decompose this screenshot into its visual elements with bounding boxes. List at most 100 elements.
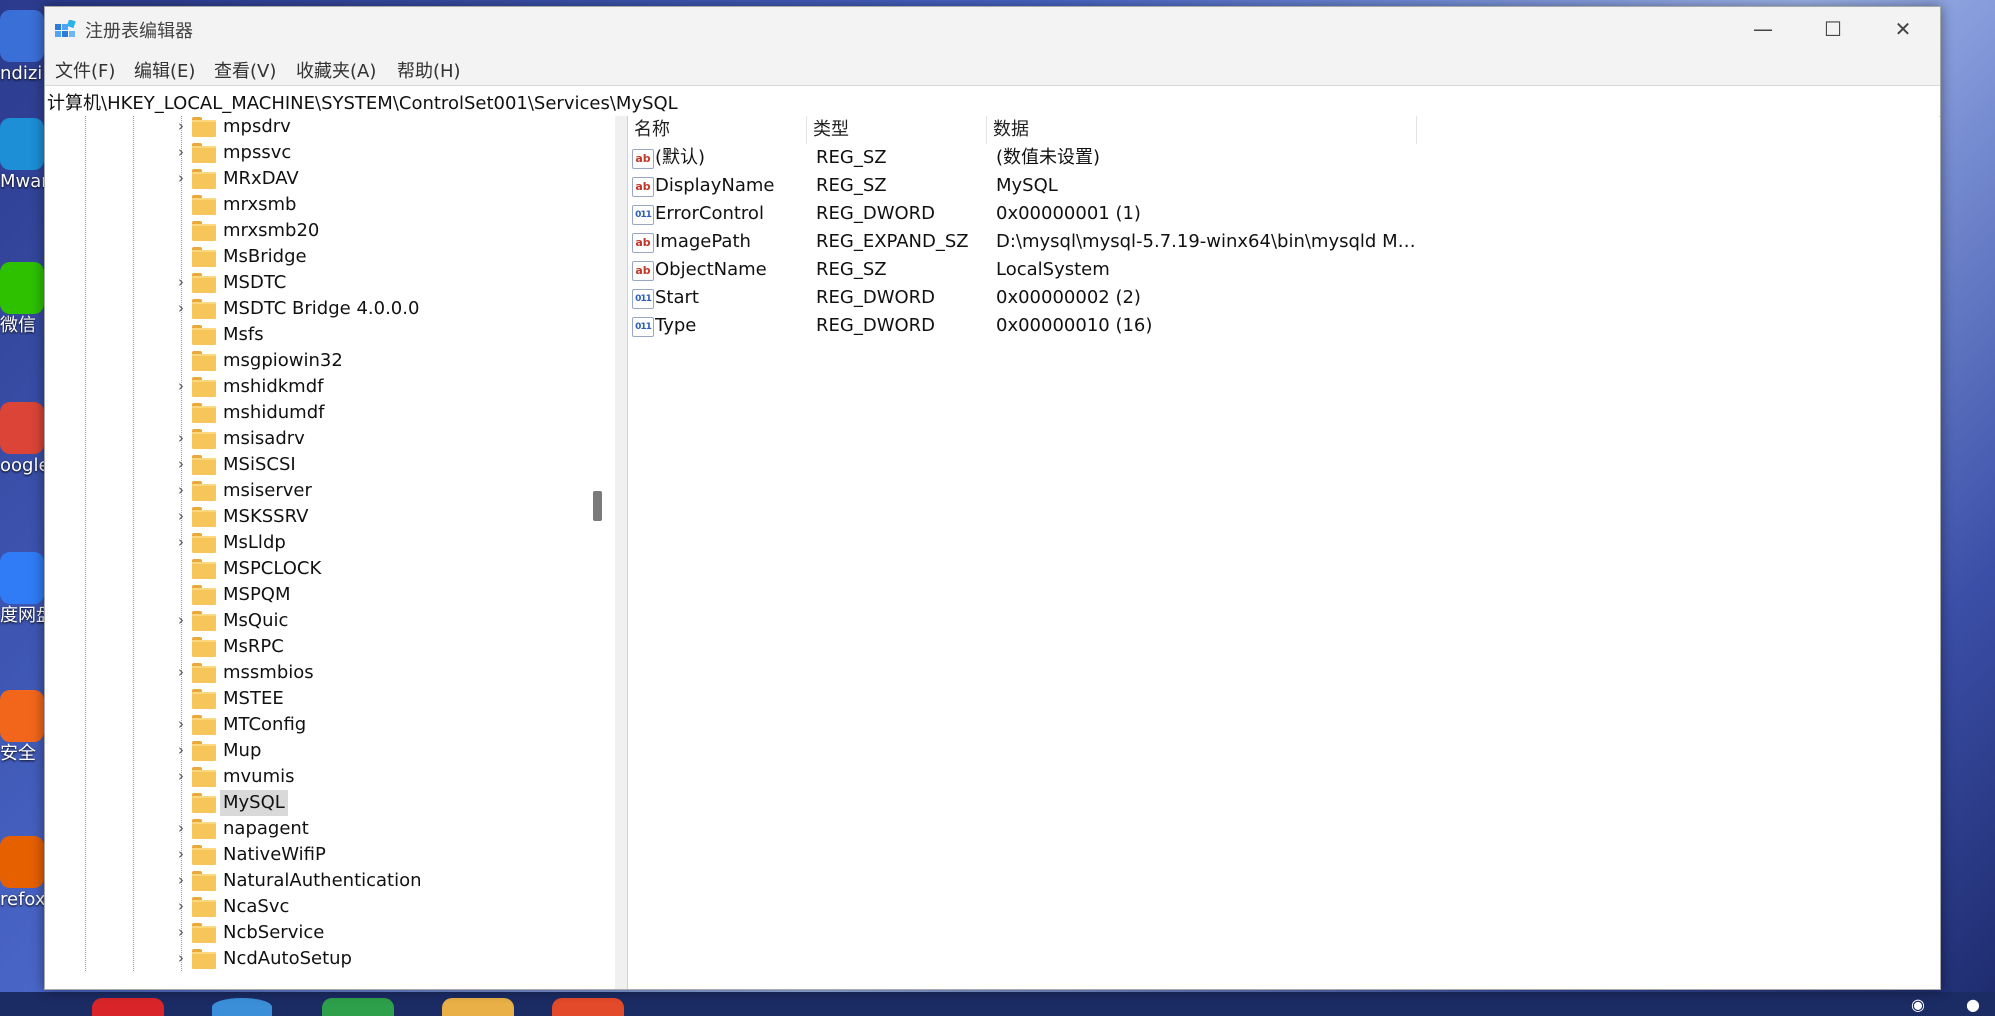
tree-vertical-scrollbar[interactable]	[593, 491, 602, 521]
tree-item[interactable]: MsBridge	[45, 244, 605, 270]
column-header-type[interactable]: 类型	[807, 116, 987, 144]
tree-item[interactable]: › msiserver	[45, 478, 605, 504]
value-type: REG_DWORD	[816, 315, 936, 336]
menu-favorites[interactable]: 收藏夹(A)	[296, 57, 376, 83]
desktop-shortcut[interactable]: oogle	[0, 402, 44, 478]
taskbar-app-icon[interactable]	[552, 998, 624, 1016]
tree-item[interactable]: › NativeWifiP	[45, 842, 605, 868]
chevron-right-icon[interactable]: ›	[173, 300, 189, 316]
menu-view[interactable]: 查看(V)	[214, 57, 276, 83]
chevron-right-icon[interactable]: ›	[173, 534, 189, 550]
chevron-right-icon[interactable]: ›	[173, 612, 189, 628]
chevron-right-icon[interactable]: ›	[173, 898, 189, 914]
chevron-right-icon[interactable]: ›	[173, 456, 189, 472]
tree-item-label: NativeWifiP	[223, 844, 326, 865]
tree-item[interactable]: › MsQuic	[45, 608, 605, 634]
tree-item[interactable]: › MSDTC	[45, 270, 605, 296]
tree-item[interactable]: › MSDTC Bridge 4.0.0.0	[45, 296, 605, 322]
tree-item[interactable]: › NaturalAuthentication	[45, 868, 605, 894]
tree-item[interactable]: › NcdAutoSetup	[45, 946, 605, 972]
taskbar-app-icon[interactable]	[442, 998, 514, 1016]
chevron-right-icon[interactable]: ›	[173, 378, 189, 394]
chevron-right-icon[interactable]: ›	[173, 924, 189, 940]
chevron-right-icon[interactable]: ›	[173, 118, 189, 134]
value-row[interactable]: ab ImagePath REG_EXPAND_SZ D:\mysql\mysql-5…	[628, 228, 1728, 256]
menu-file[interactable]: 文件(F)	[55, 57, 115, 83]
tray-icon[interactable]: ◉	[1900, 994, 1936, 1016]
pane-splitter[interactable]	[615, 116, 628, 989]
taskbar-app-icon[interactable]	[212, 998, 272, 1016]
tree-item[interactable]: MSTEE	[45, 686, 605, 712]
tree-item[interactable]: MsRPC	[45, 634, 605, 660]
tree-item[interactable]: › napagent	[45, 816, 605, 842]
tree-item[interactable]: › mshidkmdf	[45, 374, 605, 400]
tree-item[interactable]: › msisadrv	[45, 426, 605, 452]
tree-item[interactable]: › NcaSvc	[45, 894, 605, 920]
chevron-right-icon[interactable]: ›	[173, 664, 189, 680]
tree-item[interactable]: › Mup	[45, 738, 605, 764]
maximize-icon: ☐	[1824, 17, 1842, 41]
tree-item[interactable]: › MTConfig	[45, 712, 605, 738]
tree-item[interactable]: › MRxDAV	[45, 166, 605, 192]
chevron-right-icon[interactable]: ›	[173, 144, 189, 160]
desktop-shortcut[interactable]: 安全	[0, 690, 44, 766]
taskbar-app-icon[interactable]	[322, 998, 394, 1016]
title-bar[interactable]: 注册表编辑器 — ☐ ✕	[45, 7, 1940, 51]
desktop-shortcut[interactable]: ndizi	[0, 10, 44, 86]
tree-item-label: MSDTC	[223, 272, 287, 293]
tree-item[interactable]: › mpsdrv	[45, 116, 605, 140]
tree-item-label: MSPCLOCK	[223, 558, 322, 579]
chevron-right-icon[interactable]: ›	[173, 820, 189, 836]
tree-item[interactable]: mshidumdf	[45, 400, 605, 426]
chevron-right-icon[interactable]: ›	[173, 482, 189, 498]
value-row[interactable]: 011 Start REG_DWORD 0x00000002 (2)	[628, 284, 1728, 312]
tree-item[interactable]: › mvumis	[45, 764, 605, 790]
chevron-right-icon[interactable]: ›	[173, 170, 189, 186]
address-bar[interactable]: 计算机\HKEY_LOCAL_MACHINE\SYSTEM\ControlSet…	[45, 85, 1940, 117]
tree-item[interactable]: › mssmbios	[45, 660, 605, 686]
chevron-right-icon[interactable]: ›	[173, 716, 189, 732]
minimize-button[interactable]: —	[1728, 7, 1798, 51]
chevron-right-icon[interactable]: ›	[173, 950, 189, 966]
desktop-shortcut[interactable]: 微信	[0, 262, 44, 338]
folder-icon	[192, 741, 216, 761]
desktop-shortcut[interactable]: Mware	[0, 118, 44, 194]
tree-item[interactable]: › MSiSCSI	[45, 452, 605, 478]
tree-item[interactable]: Msfs	[45, 322, 605, 348]
value-row[interactable]: 011 Type REG_DWORD 0x00000010 (16)	[628, 312, 1728, 340]
chevron-right-icon[interactable]: ›	[173, 872, 189, 888]
value-row[interactable]: ab (默认) REG_SZ (数值未设置)	[628, 144, 1728, 172]
desktop-shortcut[interactable]: 度网盘	[0, 552, 44, 628]
taskbar-app-icon[interactable]	[92, 998, 164, 1016]
values-list-pane[interactable]: 名称 类型 数据 ab (默认) REG_SZ (数值未设置) ab DisplayNam…	[628, 116, 1939, 989]
tray-icon[interactable]: ●	[1955, 994, 1991, 1016]
tree-item[interactable]: msgpiowin32	[45, 348, 605, 374]
column-header-name[interactable]: 名称	[628, 116, 807, 144]
chevron-right-icon[interactable]: ›	[173, 508, 189, 524]
tree-item[interactable]: mrxsmb	[45, 192, 605, 218]
chevron-right-icon[interactable]: ›	[173, 742, 189, 758]
tree-item[interactable]: mrxsmb20	[45, 218, 605, 244]
tree-item[interactable]: › mpssvc	[45, 140, 605, 166]
column-header-data[interactable]: 数据	[987, 116, 1417, 144]
key-tree-pane[interactable]: › mpsdrv › mpssvc › MRxDAV mrxsmb mrxsmb20 MsBri…	[45, 116, 616, 978]
menu-edit[interactable]: 编辑(E)	[134, 57, 195, 83]
value-row[interactable]: ab DisplayName REG_SZ MySQL	[628, 172, 1728, 200]
value-row[interactable]: ab ObjectName REG_SZ LocalSystem	[628, 256, 1728, 284]
tree-item-selected[interactable]: MySQL	[45, 790, 605, 816]
chevron-right-icon[interactable]: ›	[173, 274, 189, 290]
tree-item[interactable]: MSPCLOCK	[45, 556, 605, 582]
tree-item[interactable]: › MsLldp	[45, 530, 605, 556]
menu-help[interactable]: 帮助(H)	[397, 57, 461, 83]
value-row[interactable]: 011 ErrorControl REG_DWORD 0x00000001 (1)	[628, 200, 1728, 228]
maximize-button[interactable]: ☐	[1798, 7, 1868, 51]
tree-item[interactable]: MSPQM	[45, 582, 605, 608]
tree-item[interactable]: › NcbService	[45, 920, 605, 946]
chevron-right-icon[interactable]: ›	[173, 768, 189, 784]
address-path[interactable]: 计算机\HKEY_LOCAL_MACHINE\SYSTEM\ControlSet…	[47, 89, 678, 115]
desktop-shortcut[interactable]: refox	[0, 836, 44, 912]
chevron-right-icon[interactable]: ›	[173, 430, 189, 446]
tree-item[interactable]: › MSKSSRV	[45, 504, 605, 530]
chevron-right-icon[interactable]: ›	[173, 846, 189, 862]
close-button[interactable]: ✕	[1868, 7, 1938, 51]
